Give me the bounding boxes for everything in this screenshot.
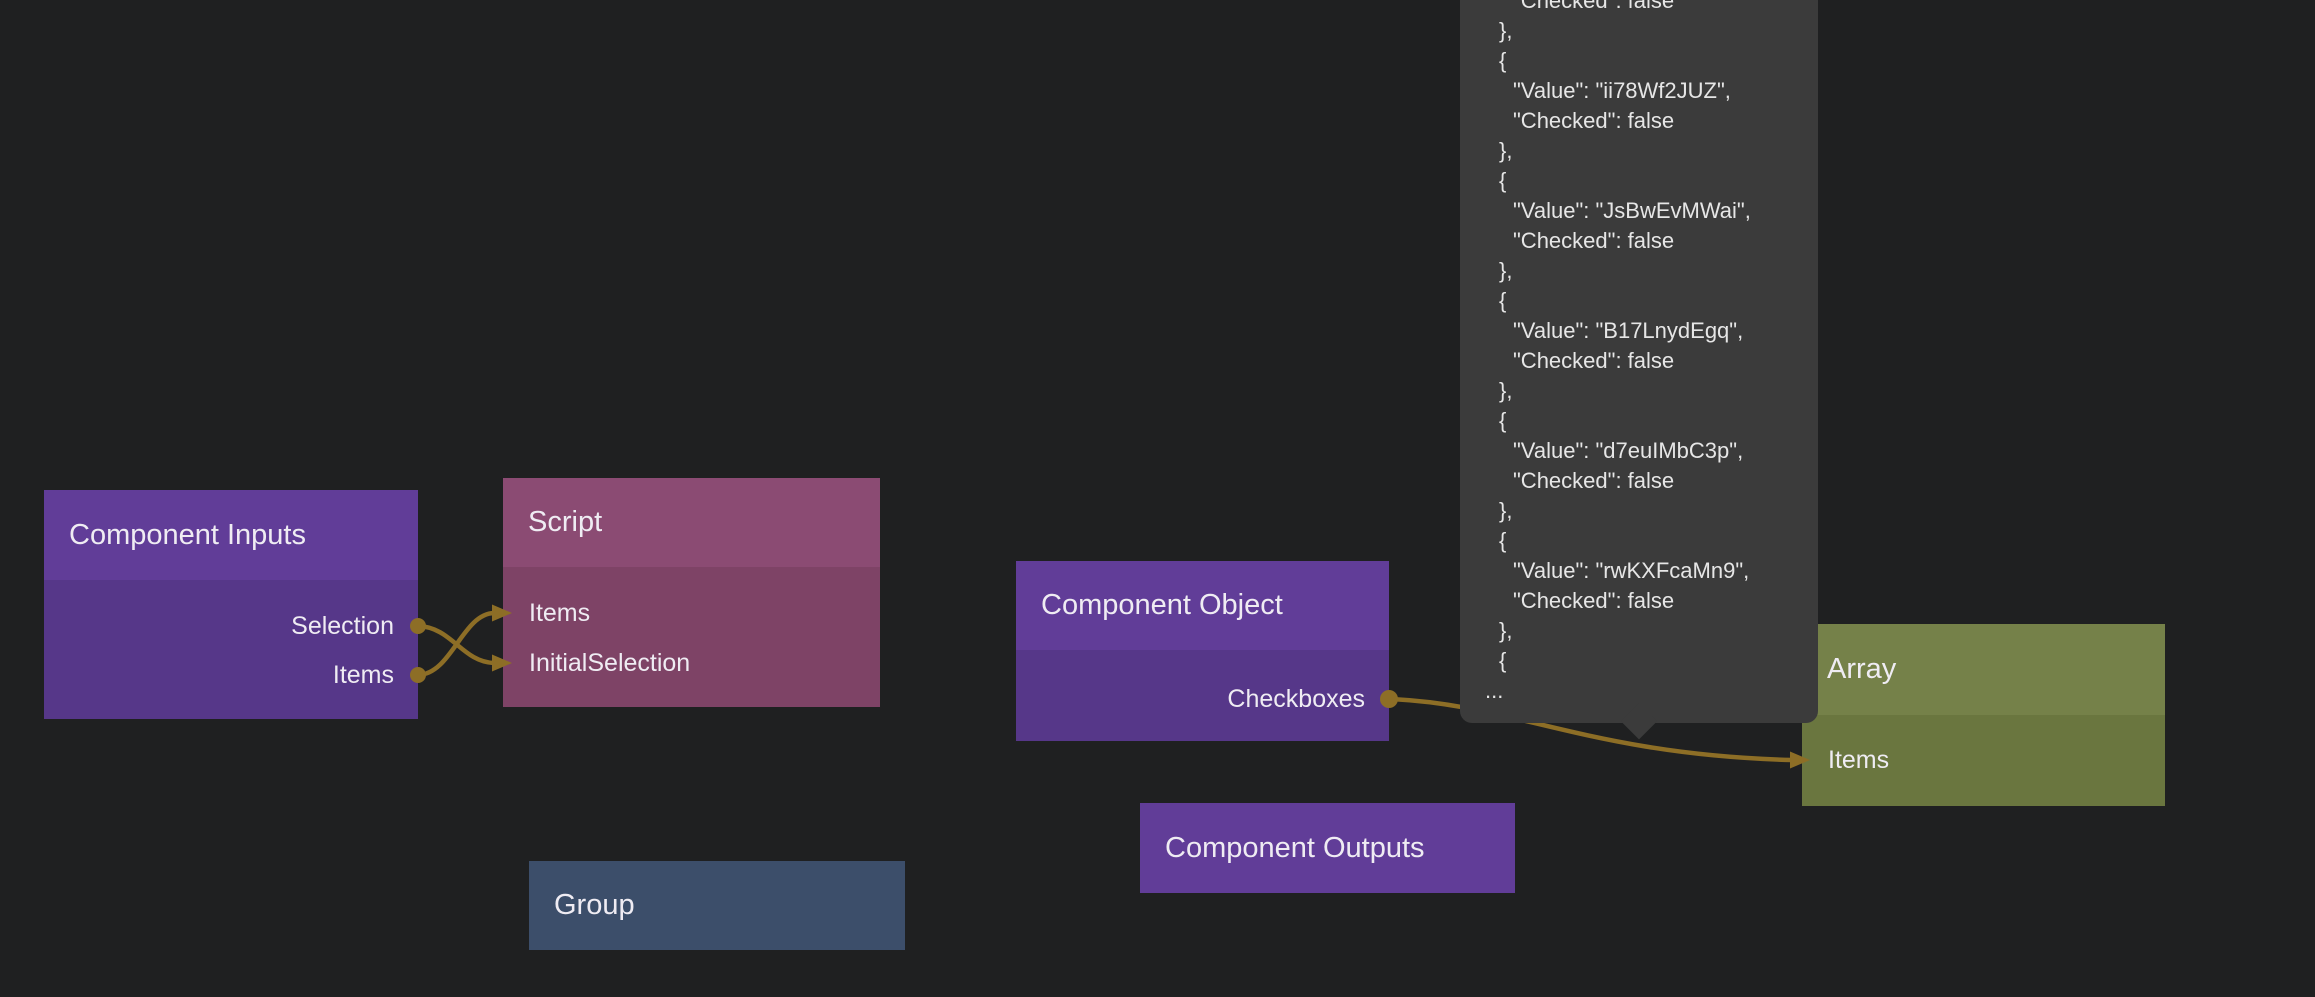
tooltip-json-line: { [1460, 46, 1818, 76]
tooltip-json-line: "Value": "B17LnydEgq", [1460, 316, 1818, 346]
output-port-selection[interactable]: Selection [44, 611, 418, 641]
port-label: Items [333, 661, 394, 690]
node-body: Checkboxes [1016, 650, 1389, 741]
tooltip-json-line: { [1460, 286, 1818, 316]
node-title: Group [529, 889, 635, 922]
wire-selection-to-initialselection[interactable] [418, 626, 494, 663]
node-body: Items [1802, 715, 2165, 806]
port-label: Items [1828, 746, 1889, 775]
input-port-initialselection[interactable]: InitialSelection [503, 648, 880, 678]
node-graph-canvas[interactable]: Component Inputs Selection Items Script … [0, 0, 2315, 997]
port-label: Selection [291, 612, 394, 641]
port-label: InitialSelection [529, 649, 690, 678]
node-title: Component Outputs [1140, 832, 1425, 865]
tooltip-json-line: "Checked": false [1460, 0, 1818, 16]
tooltip-json-line: "Checked": false [1460, 466, 1818, 496]
node-group[interactable]: Group [529, 861, 905, 950]
checkboxes-value-tooltip: "Checked": false},{"Value": "ii78Wf2JUZ"… [1460, 0, 1818, 723]
node-component-object[interactable]: Component Object Checkboxes [1016, 561, 1389, 741]
tooltip-json-line: { [1460, 166, 1818, 196]
tooltip-json-line: "Checked": false [1460, 226, 1818, 256]
node-header[interactable]: Array [1802, 624, 2165, 715]
wire-items-to-items[interactable] [418, 613, 494, 675]
tooltip-json-line: "Value": "rwKXFcaMn9", [1460, 556, 1818, 586]
tooltip-json-line: }, [1460, 256, 1818, 286]
tooltip-json-line: "Checked": false [1460, 106, 1818, 136]
node-component-inputs[interactable]: Component Inputs Selection Items [44, 490, 418, 719]
tooltip-json-line: ... [1460, 676, 1818, 706]
node-array[interactable]: Array Items [1802, 624, 2165, 806]
tooltip-json-line: }, [1460, 616, 1818, 646]
tooltip-json-line: }, [1460, 16, 1818, 46]
input-port-items[interactable]: Items [1802, 745, 2165, 775]
tooltip-json-line: { [1460, 406, 1818, 436]
tooltip-json-line: "Checked": false [1460, 346, 1818, 376]
tooltip-json-line: "Value": "ii78Wf2JUZ", [1460, 76, 1818, 106]
node-title: Component Object [1016, 589, 1283, 622]
node-body: Items InitialSelection [503, 567, 880, 707]
node-component-outputs[interactable]: Component Outputs [1140, 803, 1515, 893]
output-port-items[interactable]: Items [44, 660, 418, 690]
tooltip-caret [1621, 703, 1658, 740]
node-title: Script [503, 506, 602, 539]
tooltip-json-line: { [1460, 646, 1818, 676]
node-header[interactable]: Component Object [1016, 561, 1389, 650]
node-title: Component Inputs [44, 519, 306, 552]
tooltip-json-line: }, [1460, 496, 1818, 526]
tooltip-json-line: "Checked": false [1460, 586, 1818, 616]
tooltip-json-line: { [1460, 526, 1818, 556]
input-port-items[interactable]: Items [503, 598, 880, 628]
tooltip-json-line: }, [1460, 136, 1818, 166]
port-label: Checkboxes [1227, 685, 1365, 714]
node-script[interactable]: Script Items InitialSelection [503, 478, 880, 707]
tooltip-json-line: "Value": "d7euIMbC3p", [1460, 436, 1818, 466]
node-header[interactable]: Component Inputs [44, 490, 418, 580]
node-body: Selection Items [44, 580, 418, 719]
tooltip-json-line: }, [1460, 376, 1818, 406]
tooltip-json-line: "Value": "JsBwEvMWai", [1460, 196, 1818, 226]
app-window: { "colors": { "background": "#1f2021", "… [0, 0, 2315, 997]
port-label: Items [529, 599, 590, 628]
output-port-checkboxes[interactable]: Checkboxes [1016, 684, 1389, 714]
node-header[interactable]: Script [503, 478, 880, 567]
